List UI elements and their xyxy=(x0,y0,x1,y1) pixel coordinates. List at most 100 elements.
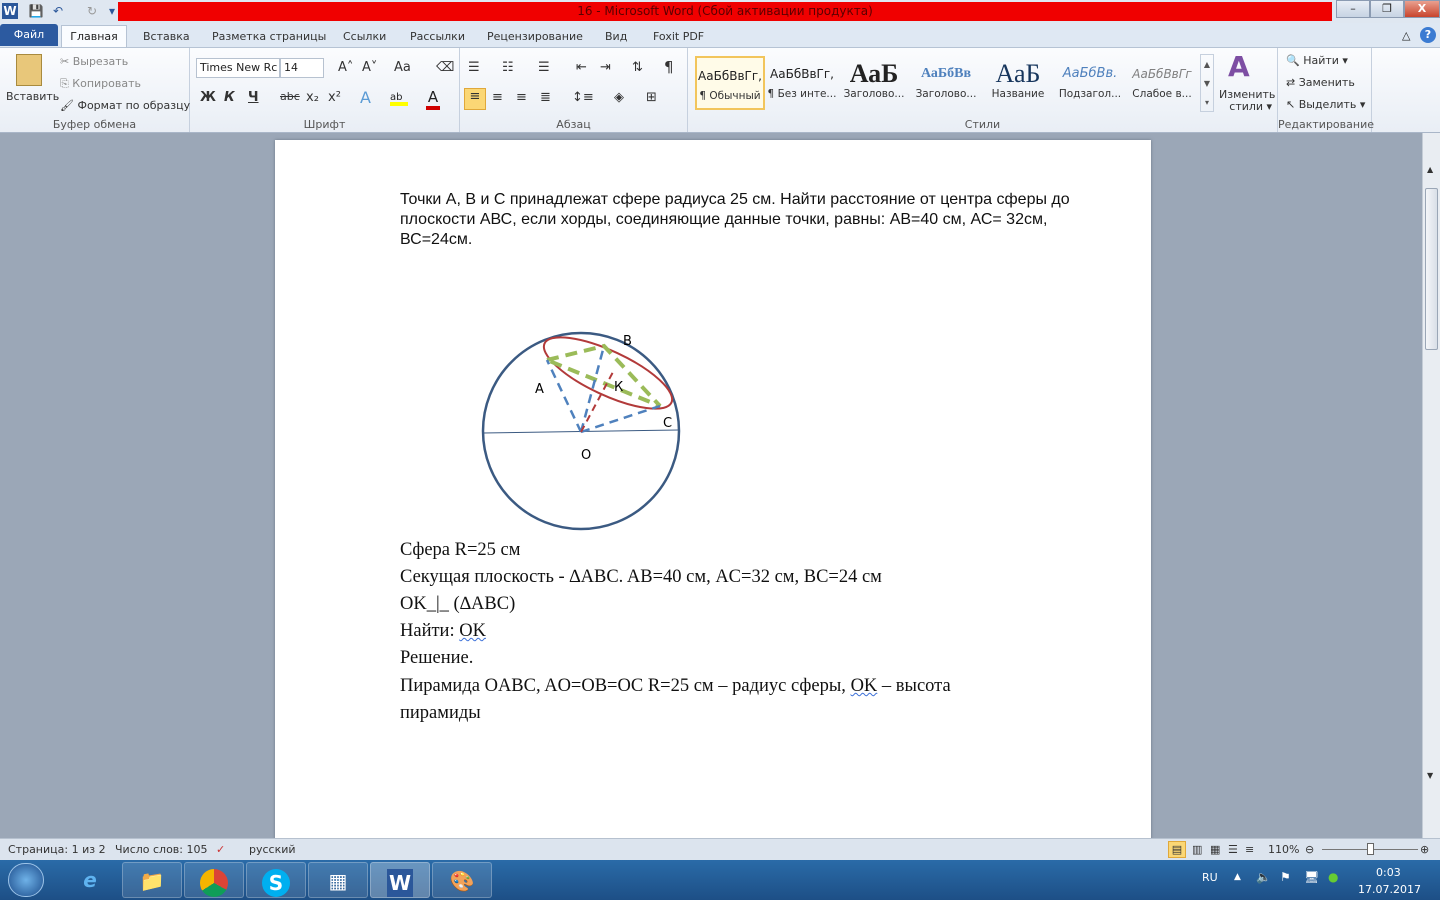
start-button[interactable] xyxy=(8,863,44,897)
status-bar: Страница: 1 из 2 Число слов: 105 ✓ русск… xyxy=(0,838,1440,860)
restore-button[interactable]: ❐ xyxy=(1370,0,1404,18)
tab-references[interactable]: Ссылки xyxy=(335,27,394,48)
bullets-icon[interactable]: ☰ xyxy=(468,60,480,75)
collapse-ribbon-icon[interactable]: △ xyxy=(1402,29,1410,42)
font-size-select[interactable]: 14 xyxy=(280,58,324,78)
italic-button[interactable]: К xyxy=(224,90,235,105)
outline-icon[interactable]: ☰ xyxy=(1228,839,1238,860)
proofing-icon[interactable]: ✓ xyxy=(216,839,225,860)
style-title[interactable]: АаБ Название xyxy=(983,56,1053,110)
minimize-button[interactable]: – xyxy=(1336,0,1370,18)
taskbar-skype-icon[interactable]: S xyxy=(246,862,306,898)
help-icon[interactable]: ? xyxy=(1420,27,1436,43)
align-center-button[interactable]: ≡ xyxy=(492,90,503,105)
select-button[interactable]: ↖ Выделить ▾ xyxy=(1286,98,1365,111)
borders-icon[interactable]: ⊞ xyxy=(646,90,657,105)
text-effects-icon[interactable]: A xyxy=(360,88,371,107)
input-language[interactable]: RU xyxy=(1202,871,1218,884)
undo-icon[interactable]: ↶ xyxy=(50,3,66,19)
numbering-icon[interactable]: ☷ xyxy=(502,60,514,75)
justify-button[interactable]: ≣ xyxy=(540,90,551,105)
align-right-button[interactable]: ≡ xyxy=(516,90,527,105)
taskbar-calculator-icon[interactable]: ▦ xyxy=(308,862,368,898)
subscript-button[interactable]: x₂ xyxy=(306,90,319,105)
tab-mailings[interactable]: Рассылки xyxy=(402,27,473,48)
shrink-font-button[interactable]: A˅ xyxy=(362,60,377,75)
doc-line-perpendicular: OK_|_ (∆ABC) xyxy=(400,594,516,614)
security-icon[interactable]: ● xyxy=(1328,870,1338,884)
tray-expand-icon[interactable]: ▲ xyxy=(1234,872,1241,882)
tab-home[interactable]: Главная xyxy=(61,25,127,48)
style-normal[interactable]: АаБбВвГг, ¶ Обычный xyxy=(695,56,765,110)
shading-icon[interactable]: ◈ xyxy=(614,90,624,105)
font-color-icon[interactable]: A xyxy=(426,88,440,110)
volume-icon[interactable]: 🔈 xyxy=(1256,870,1271,884)
zoom-slider-thumb[interactable] xyxy=(1367,843,1374,855)
align-left-button[interactable]: ≡ xyxy=(464,88,486,110)
taskbar-explorer-icon[interactable]: 📁 xyxy=(122,862,182,898)
full-screen-reading-icon[interactable]: ▥ xyxy=(1192,839,1202,860)
web-layout-icon[interactable]: ▦ xyxy=(1210,839,1220,860)
replace-button[interactable]: ⇄ Заменить xyxy=(1286,76,1355,89)
grow-font-button[interactable]: A˄ xyxy=(338,60,353,75)
clock-date[interactable]: 17.07.2017 xyxy=(1358,883,1421,896)
change-styles-button[interactable]: Изменить стили ▾ xyxy=(1219,89,1275,113)
clock-time[interactable]: 0:03 xyxy=(1376,866,1401,879)
style-name: Подзагол... xyxy=(1058,88,1122,100)
change-case-button[interactable]: Aa xyxy=(394,60,411,75)
increase-indent-icon[interactable]: ⇥ xyxy=(600,60,611,75)
multilevel-list-icon[interactable]: ☰ xyxy=(538,60,550,75)
style-heading2[interactable]: АаБбВв Заголово... xyxy=(911,56,981,110)
print-layout-icon[interactable]: ▤ xyxy=(1168,841,1186,858)
style-subtle-emphasis[interactable]: АаБбВвГг Слабое в... xyxy=(1127,56,1197,110)
paste-button[interactable]: Вставить xyxy=(6,90,59,103)
highlight-icon[interactable]: ab xyxy=(390,92,408,106)
sort-icon[interactable]: ⇅ xyxy=(632,60,643,75)
tab-page-layout[interactable]: Разметка страницы xyxy=(204,27,334,48)
format-painter-button[interactable]: 🖌 Формат по образцу xyxy=(60,99,190,112)
font-name-select[interactable]: Times New Rc xyxy=(196,58,280,78)
underline-button[interactable]: Ч xyxy=(248,90,259,105)
style-no-spacing[interactable]: АаБбВвГг, ¶ Без инте... xyxy=(767,56,837,110)
superscript-button[interactable]: x² xyxy=(328,90,341,105)
vertical-scrollbar[interactable]: ▼ ▲ xyxy=(1422,133,1440,838)
show-formatting-button[interactable]: ¶ xyxy=(664,58,674,76)
word-count[interactable]: Число слов: 105 xyxy=(115,839,208,860)
style-subtitle[interactable]: АаБбВв. Подзагол... xyxy=(1055,56,1125,110)
bold-button[interactable]: Ж xyxy=(200,90,216,105)
taskbar-word-icon[interactable]: W xyxy=(370,862,430,898)
copy-button[interactable]: ⎘ Копировать xyxy=(60,77,141,91)
language[interactable]: русский xyxy=(249,839,296,860)
save-icon[interactable]: 💾 xyxy=(28,3,44,19)
tab-view[interactable]: Вид xyxy=(597,27,635,48)
find-button[interactable]: 🔍 Найти ▾ xyxy=(1286,54,1348,67)
label-k: К xyxy=(614,380,623,395)
close-button[interactable]: X xyxy=(1404,0,1440,18)
zoom-in-icon[interactable]: ⊕ xyxy=(1420,839,1429,860)
zoom-out-icon[interactable]: ⊖ xyxy=(1305,839,1314,860)
tab-insert[interactable]: Вставка xyxy=(135,27,198,48)
tab-review[interactable]: Рецензирование xyxy=(479,27,591,48)
tab-foxit-pdf[interactable]: Foxit PDF xyxy=(645,27,712,48)
scroll-down-icon[interactable]: ▼ xyxy=(1427,771,1433,780)
clear-formatting-icon[interactable]: ⌫ xyxy=(436,60,454,75)
styles-scroll[interactable]: ▲ ▼ ▾ xyxy=(1200,54,1214,112)
style-heading1[interactable]: АаБ Заголово... xyxy=(839,56,909,110)
decrease-indent-icon[interactable]: ⇤ xyxy=(576,60,587,75)
line-spacing-icon[interactable]: ↕≡ xyxy=(572,90,594,105)
strikethrough-button[interactable]: abc xyxy=(280,90,300,103)
scroll-thumb[interactable] xyxy=(1425,188,1438,350)
style-name: Заголово... xyxy=(915,88,977,100)
draft-icon[interactable]: ≡ xyxy=(1245,839,1254,860)
redo-icon[interactable]: ↻ xyxy=(84,3,100,19)
network-icon[interactable]: 🖥 xyxy=(1304,870,1319,884)
taskbar-paint-icon[interactable]: 🎨 xyxy=(432,862,492,898)
page-count[interactable]: Страница: 1 из 2 xyxy=(8,839,106,860)
cut-button[interactable]: ✂ Вырезать xyxy=(60,55,128,68)
tab-file[interactable]: Файл xyxy=(0,24,58,46)
action-center-icon[interactable]: ⚑ xyxy=(1280,870,1291,884)
taskbar-ie-icon[interactable]: e xyxy=(60,862,120,898)
scroll-up-icon[interactable]: ▲ xyxy=(1427,165,1433,174)
zoom-level[interactable]: 110% xyxy=(1268,839,1299,860)
taskbar-chrome-icon[interactable] xyxy=(184,862,244,898)
